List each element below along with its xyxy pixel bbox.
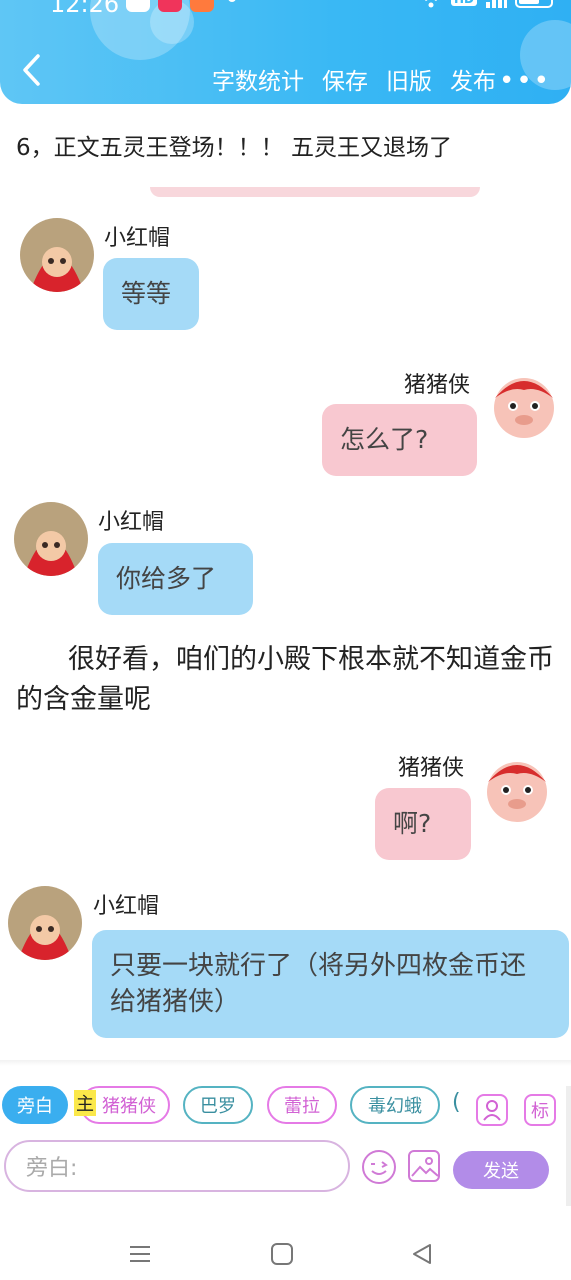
more-options-button[interactable]: ••• (499, 66, 551, 96)
status-indicators: HD (419, 0, 553, 8)
video-notification-icon (158, 0, 182, 12)
message-input[interactable]: 旁白: (4, 1140, 350, 1192)
hd-badge: HD (450, 0, 477, 6)
previous-bubble-edge (150, 187, 480, 197)
back-arrow-icon[interactable] (18, 52, 44, 88)
avatar-xiaohongmao[interactable] (8, 886, 82, 960)
sender-name: 小红帽 (104, 226, 171, 251)
role-chip-baluo[interactable]: 巴罗 (183, 1086, 253, 1124)
emoji-icon[interactable] (362, 1150, 396, 1184)
sender-name: 猪猪侠 (404, 373, 471, 398)
send-button[interactable]: 发送 (453, 1151, 549, 1189)
save-button[interactable]: 保存 (322, 62, 368, 96)
chapter-text: 6，正文五灵王登场！！！ 五灵王又退场了 (16, 135, 452, 161)
message-bubble[interactable]: 你给多了 (98, 543, 253, 615)
avatar-xiaohongmao[interactable] (14, 502, 88, 576)
battery-icon (515, 0, 553, 8)
system-nav-bar (0, 1230, 571, 1280)
more-roles-indicator: ( (452, 1090, 461, 1115)
old-version-button[interactable]: 旧版 (386, 62, 432, 96)
more-notifications-dot (228, 0, 236, 2)
chip-scroll-edge (566, 1086, 571, 1206)
app-notification-icon (126, 0, 150, 12)
sender-name: 小红帽 (93, 894, 160, 919)
word-count-button[interactable]: 字数统计 (212, 62, 304, 96)
sender-name: 猪猪侠 (398, 756, 465, 781)
message-bubble[interactable]: 等等 (103, 258, 199, 330)
notification-icons (126, 0, 236, 12)
avatar-zhuzhuxia[interactable] (480, 752, 554, 826)
game-notification-icon (190, 0, 214, 12)
avatar-xiaohongmao[interactable] (20, 218, 94, 292)
role-chip-duhuane[interactable]: 毒幻蛾 (350, 1086, 440, 1124)
home-icon[interactable] (270, 1242, 294, 1266)
image-icon[interactable] (408, 1150, 440, 1182)
wifi-icon (424, 0, 437, 8)
role-chip-narrator[interactable]: 旁白 (2, 1086, 68, 1124)
top-bar: 12:26 HD 字数统计 保存 旧版 发布 ••• (0, 0, 571, 104)
composer-divider (0, 1060, 571, 1066)
message-bubble[interactable]: 啊? (375, 788, 471, 860)
mark-button[interactable]: 标 (524, 1094, 556, 1126)
header-menu: 字数统计 保存 旧版 发布 (212, 62, 496, 96)
message-bubble[interactable]: 只要一块就行了（将另外四枚金币还给猪猪侠） (92, 930, 569, 1038)
add-character-icon[interactable] (476, 1094, 508, 1126)
status-time: 12:26 (50, 0, 120, 18)
avatar-zhuzhuxia[interactable] (487, 368, 561, 442)
editor-screen: 12:26 HD 字数统计 保存 旧版 发布 ••• 6，正文五灵王登场！！！ … (0, 0, 571, 1280)
message-bubble[interactable]: 怎么了? (322, 404, 477, 476)
back-icon[interactable] (410, 1242, 434, 1266)
signal-icon (486, 0, 507, 8)
menu-icon[interactable] (128, 1242, 152, 1266)
publish-button[interactable]: 发布 (450, 62, 496, 96)
role-chip-leila[interactable]: 蕾拉 (267, 1086, 337, 1124)
sender-name: 小红帽 (98, 510, 165, 535)
main-role-marker: 主 (74, 1090, 96, 1116)
narration-text: 很好看，咱们的小殿下根本就不知道金币的含金量呢 (16, 644, 554, 715)
